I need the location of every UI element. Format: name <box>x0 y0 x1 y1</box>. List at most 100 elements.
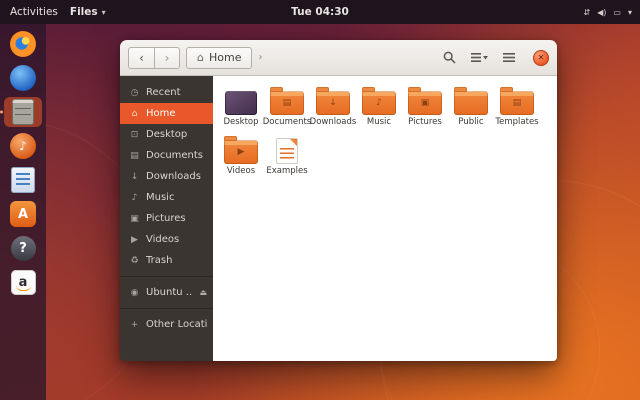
amazon-icon: a <box>11 270 36 295</box>
dock-item-files[interactable] <box>4 97 42 127</box>
pictures-icon: ▣ <box>129 214 140 224</box>
folder-icon: ▶ <box>224 140 258 164</box>
network-icon: ⇵ <box>583 8 590 17</box>
music-emblem-icon: ♪ <box>376 99 382 108</box>
sidebar-item-label: Downloads <box>146 171 201 182</box>
file-item-templates[interactable]: ▤ Templates <box>494 85 540 132</box>
folder-icon: ▤ <box>270 91 304 115</box>
file-label: Public <box>458 118 483 127</box>
file-grid: Desktop ▤ Documents ↓ Downloads ♪ Music … <box>213 76 557 361</box>
sidebar-item-label: Trash <box>146 255 172 266</box>
close-button[interactable]: ✕ <box>533 50 549 66</box>
plus-icon: + <box>129 320 140 330</box>
files-icon <box>12 99 34 125</box>
dock-item-amazon[interactable]: a <box>4 267 42 297</box>
documents-icon: ▤ <box>129 151 140 161</box>
activities-button[interactable]: Activities <box>10 6 58 18</box>
file-label: Examples <box>266 167 307 176</box>
search-button[interactable] <box>437 47 461 69</box>
folder-icon: ▤ <box>500 91 534 115</box>
search-icon <box>443 51 456 64</box>
file-label: Templates <box>495 118 538 127</box>
sidebar-item-label: Documents <box>146 150 203 161</box>
desktop-icon: ⊡ <box>129 130 140 140</box>
sidebar-item-label: Home <box>146 108 176 119</box>
videos-icon: ▶ <box>129 235 140 245</box>
music-icon: ♪ <box>129 193 140 203</box>
dock-item-thunderbird[interactable] <box>4 63 42 93</box>
sidebar-item-label: Recent <box>146 87 181 98</box>
app-menu-button[interactable]: Files ▾ <box>70 6 106 18</box>
view-toggle-button[interactable] <box>467 47 491 69</box>
desktop-folder-icon <box>225 91 257 115</box>
help-icon: ? <box>11 236 36 261</box>
menu-button[interactable] <box>497 47 521 69</box>
files-window: ‹ › ⌂ Home › <box>120 40 557 361</box>
sidebar-item-trash[interactable]: ♻ Trash <box>120 250 213 271</box>
sidebar-item-ubuntu-volume[interactable]: ◉ Ubuntu ... ⏏ <box>120 282 213 303</box>
downloads-icon: ↓ <box>129 172 140 182</box>
hamburger-menu-icon <box>503 52 515 63</box>
sidebar-item-recent[interactable]: ◷ Recent <box>120 82 213 103</box>
file-item-pictures[interactable]: ▣ Pictures <box>402 85 448 132</box>
file-label: Documents <box>263 118 311 127</box>
file-item-public[interactable]: Public <box>448 85 494 132</box>
sidebar-item-downloads[interactable]: ↓ Downloads <box>120 166 213 187</box>
eject-icon[interactable]: ⏏ <box>199 288 207 297</box>
dock-item-help[interactable]: ? <box>4 233 42 263</box>
firefox-icon <box>10 31 36 57</box>
desktop: Activities Files ▾ Tue 04:30 ⇵ ◀) ▭ ▾ ♪ <box>0 0 640 400</box>
sidebar-item-label: Other Locations <box>146 319 207 330</box>
system-indicators[interactable]: ⇵ ◀) ▭ ▾ <box>583 8 640 17</box>
dock-item-rhythmbox[interactable]: ♪ <box>4 131 42 161</box>
sidebar-separator <box>120 276 213 277</box>
pictures-emblem-icon: ▣ <box>421 99 430 108</box>
sidebar-item-desktop[interactable]: ⊡ Desktop <box>120 124 213 145</box>
documents-emblem-icon: ▤ <box>283 99 292 108</box>
sidebar-item-home[interactable]: ⌂ Home <box>120 103 213 124</box>
folder-icon: ♪ <box>362 91 396 115</box>
folder-icon <box>454 91 488 115</box>
dock-item-firefox[interactable] <box>4 29 42 59</box>
path-bar-home-button[interactable]: ⌂ Home <box>186 47 252 69</box>
chevron-right-icon: › <box>258 52 262 63</box>
file-item-videos[interactable]: ▶ Videos <box>218 134 264 181</box>
path-label: Home <box>209 51 241 64</box>
file-label: Videos <box>227 167 255 176</box>
home-icon: ⌂ <box>129 109 140 119</box>
sidebar: ◷ Recent ⌂ Home ⊡ Desktop ▤ Documents ↓ <box>120 76 213 361</box>
examples-link-icon <box>276 138 298 164</box>
file-label: Pictures <box>408 118 442 127</box>
forward-button[interactable]: › <box>154 47 180 69</box>
sidebar-item-other-locations[interactable]: + Other Locations <box>120 314 213 335</box>
sidebar-item-pictures[interactable]: ▣ Pictures <box>120 208 213 229</box>
file-item-downloads[interactable]: ↓ Downloads <box>310 85 356 132</box>
sidebar-item-label: Ubuntu ... <box>146 287 193 298</box>
sidebar-item-videos[interactable]: ▶ Videos <box>120 229 213 250</box>
sidebar-item-documents[interactable]: ▤ Documents <box>120 145 213 166</box>
file-item-desktop[interactable]: Desktop <box>218 85 264 132</box>
rhythmbox-icon: ♪ <box>10 133 36 159</box>
clock[interactable]: Tue 04:30 <box>291 6 349 18</box>
dock-item-ubuntu-software[interactable]: A <box>4 199 42 229</box>
sidebar-separator <box>120 308 213 309</box>
videos-emblem-icon: ▶ <box>238 148 245 157</box>
file-item-documents[interactable]: ▤ Documents <box>264 85 310 132</box>
sidebar-item-label: Pictures <box>146 213 186 224</box>
file-label: Downloads <box>310 118 357 127</box>
sidebar-item-music[interactable]: ♪ Music <box>120 187 213 208</box>
file-label: Music <box>367 118 391 127</box>
folder-icon: ↓ <box>316 91 350 115</box>
file-item-music[interactable]: ♪ Music <box>356 85 402 132</box>
recent-icon: ◷ <box>129 88 140 98</box>
file-item-examples[interactable]: Examples <box>264 134 310 181</box>
thunderbird-icon <box>10 65 36 91</box>
dock: ♪ A ? a <box>0 24 46 400</box>
back-button[interactable]: ‹ <box>128 47 154 69</box>
downloads-emblem-icon: ↓ <box>329 99 337 108</box>
dock-item-libreoffice-writer[interactable] <box>4 165 42 195</box>
home-icon: ⌂ <box>197 51 204 64</box>
header-bar[interactable]: ‹ › ⌂ Home › <box>120 40 557 76</box>
ubuntu-software-icon: A <box>10 201 36 227</box>
app-menu-label: Files <box>70 6 98 18</box>
